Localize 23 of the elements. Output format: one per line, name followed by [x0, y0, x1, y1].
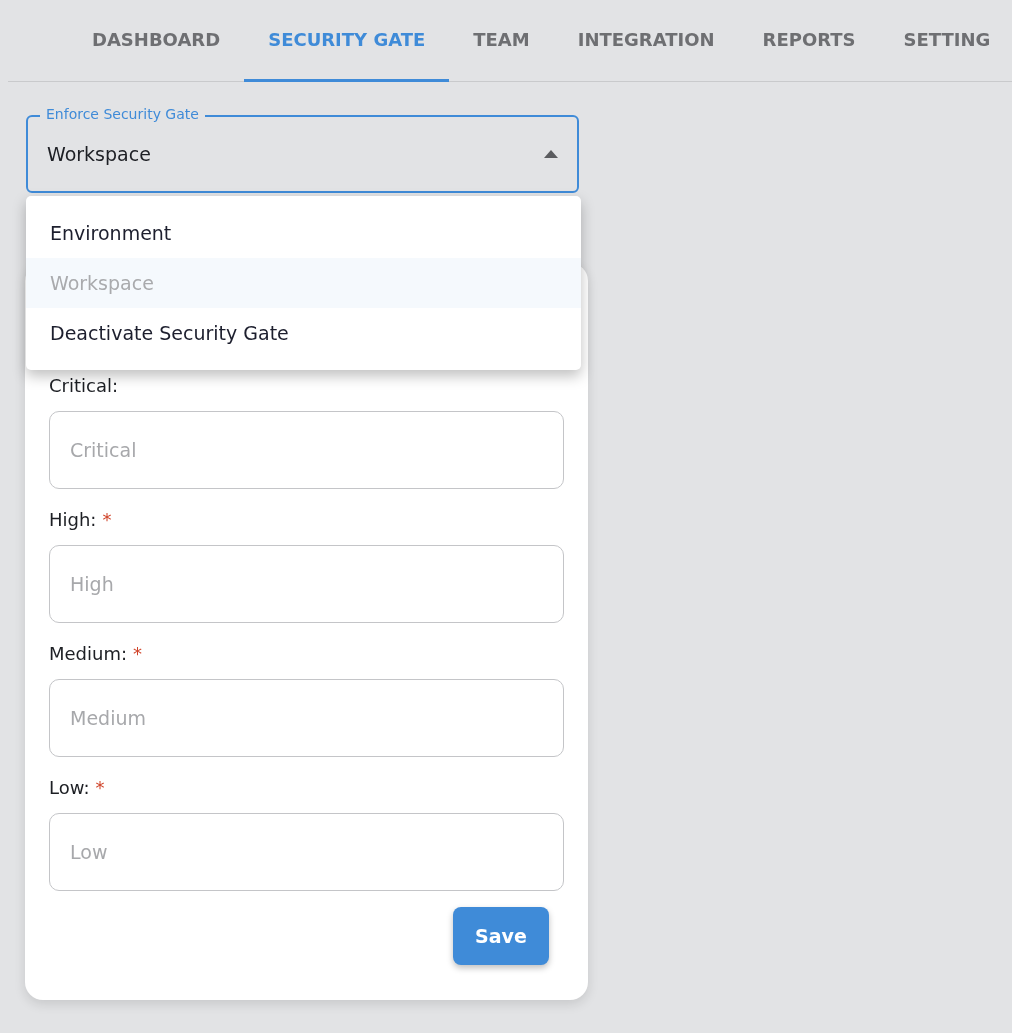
nav-tab[interactable]: SETTING	[879, 0, 1012, 82]
menu-item[interactable]: Workspace	[26, 258, 581, 308]
field-label: Critical:	[49, 373, 119, 398]
required-mark: *	[102, 507, 112, 532]
field-label: High:	[49, 507, 97, 532]
required-mark: *	[133, 641, 143, 666]
save-button[interactable]: Save	[453, 907, 549, 965]
menu-item[interactable]: Environment	[26, 208, 581, 258]
field-label: Low:	[49, 775, 90, 800]
caret-icon	[544, 150, 558, 158]
select-value: Workspace	[47, 141, 152, 167]
menu-item[interactable]: Deactivate Security Gate	[26, 308, 581, 358]
input-field[interactable]: High	[49, 545, 564, 623]
nav-tab[interactable]: REPORTS	[738, 0, 880, 82]
field-label: Medium:	[49, 641, 128, 666]
nav-tab[interactable]: TEAM	[449, 0, 554, 82]
input-field[interactable]: Medium	[49, 679, 564, 757]
input-field[interactable]: Critical	[49, 411, 564, 489]
nav-tab[interactable]: INTEGRATION	[553, 0, 739, 82]
nav-tab[interactable]: SECURITY GATE	[244, 0, 450, 82]
required-mark: *	[95, 775, 105, 800]
input-field[interactable]: Low	[49, 813, 564, 891]
nav-tab[interactable]: DASHBOARD	[68, 0, 245, 82]
